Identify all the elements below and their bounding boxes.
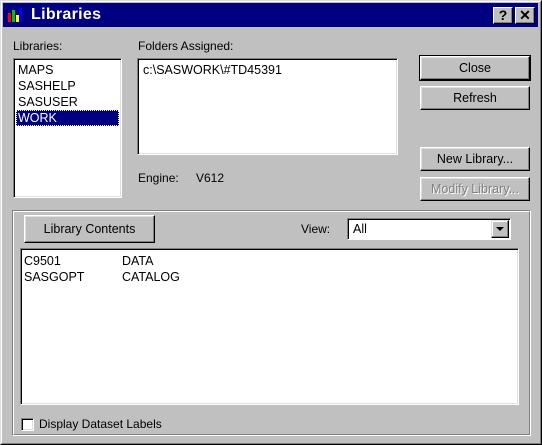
display-dataset-labels-label[interactable]: Display Dataset Labels: [39, 417, 162, 431]
engine-value: V612: [196, 171, 225, 185]
close-button[interactable]: Close: [419, 55, 531, 81]
sas-app-icon: [8, 8, 22, 22]
library-item-sasuser[interactable]: SASUSER: [16, 94, 119, 110]
title-bar[interactable]: Libraries ? ✕: [3, 3, 538, 27]
display-dataset-labels-checkbox[interactable]: [21, 418, 34, 431]
member-type: DATA: [122, 254, 154, 268]
libraries-listbox[interactable]: MAPS SASHELP SASUSER WORK: [13, 58, 122, 198]
library-item-work[interactable]: WORK: [16, 110, 119, 126]
new-library-button[interactable]: New Library...: [420, 147, 530, 171]
dropdown-arrow-icon[interactable]: [491, 220, 509, 238]
folder-path: c:\SASWORK\#TD45391: [143, 63, 282, 77]
view-label: View:: [301, 222, 331, 236]
member-type: CATALOG: [122, 270, 180, 284]
library-contents-button[interactable]: Library Contents: [24, 215, 155, 243]
engine-label: Engine:: [138, 171, 179, 185]
libraries-label: Libraries:: [13, 39, 63, 53]
library-item-sashelp[interactable]: SASHELP: [16, 78, 119, 94]
refresh-button[interactable]: Refresh: [420, 86, 530, 110]
list-item[interactable]: SASGOPT CATALOG: [24, 269, 515, 285]
folders-assigned-label: Folders Assigned:: [138, 39, 234, 53]
library-contents-list[interactable]: C9501 DATA SASGOPT CATALOG: [20, 248, 519, 405]
member-name: SASGOPT: [24, 270, 85, 284]
list-item[interactable]: C9501 DATA: [24, 253, 515, 269]
view-select-value: All: [353, 222, 367, 236]
libraries-dialog: Libraries ? ✕ Libraries: MAPS SASHELP SA…: [0, 0, 542, 445]
window-title: Libraries: [31, 6, 102, 23]
close-window-button[interactable]: ✕: [515, 7, 535, 24]
folders-assigned-box[interactable]: c:\SASWORK\#TD45391: [137, 58, 398, 155]
modify-library-button[interactable]: Modify Library...: [420, 177, 530, 201]
library-item-maps[interactable]: MAPS: [16, 62, 119, 78]
member-name: C9501: [24, 254, 61, 268]
help-button[interactable]: ?: [493, 7, 513, 24]
view-select[interactable]: All: [347, 218, 511, 240]
